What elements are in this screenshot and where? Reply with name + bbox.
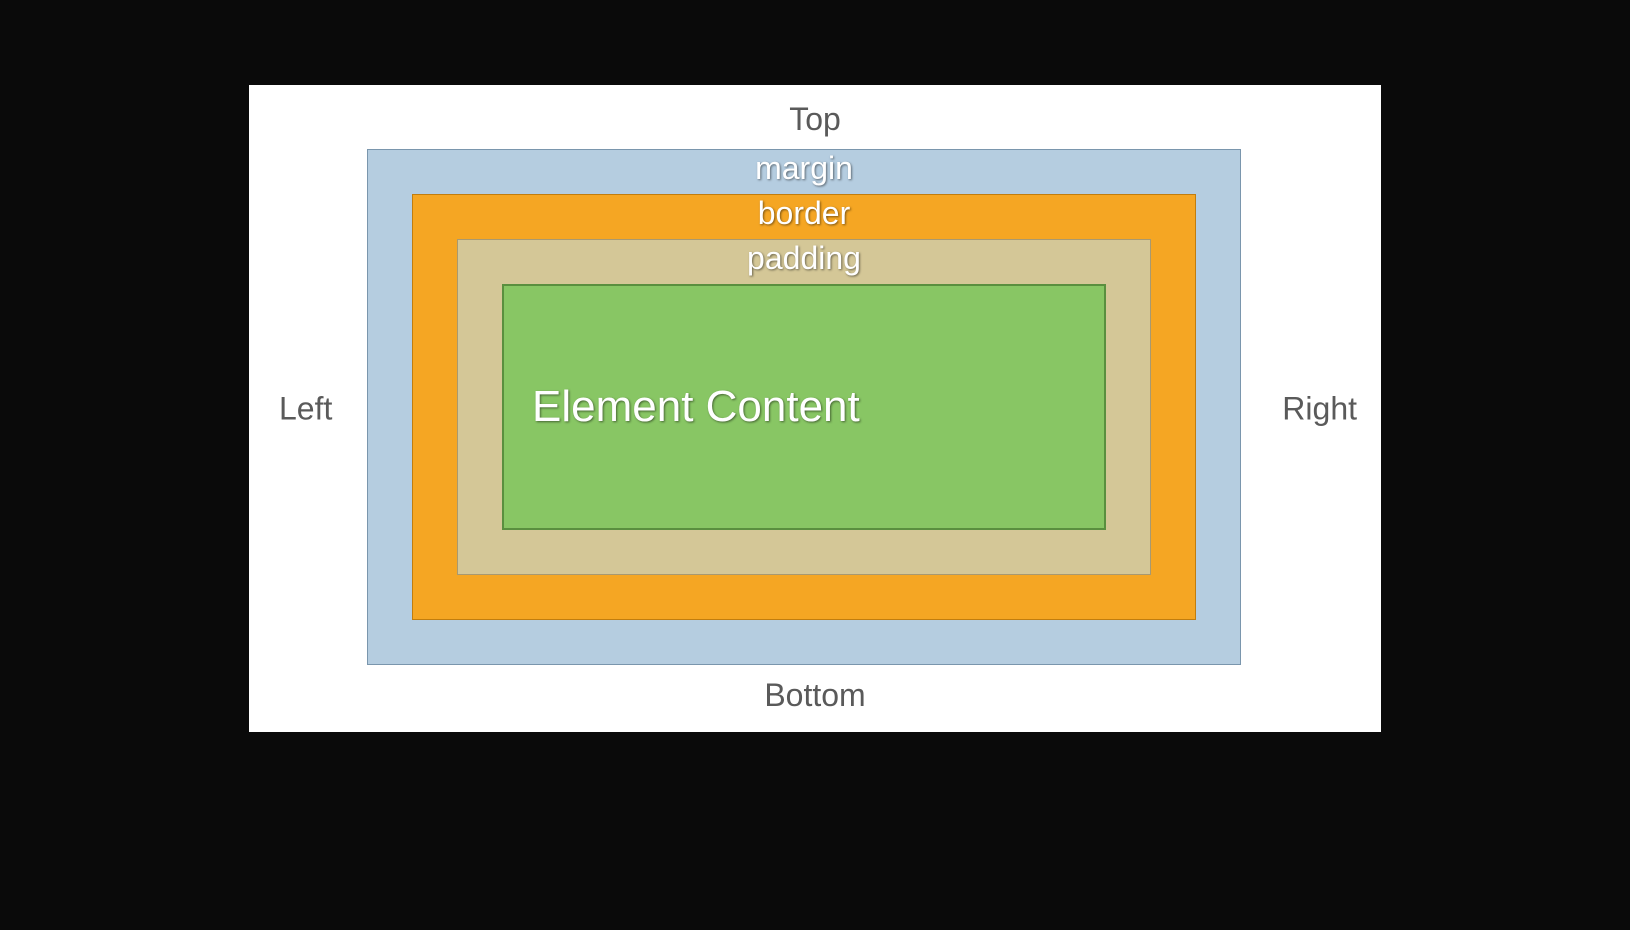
margin-label: margin xyxy=(755,148,853,190)
content-label: Element Content xyxy=(532,382,860,432)
margin-layer: margin border padding Element Content xyxy=(367,149,1241,665)
content-layer: Element Content xyxy=(502,284,1106,530)
edge-label-bottom: Bottom xyxy=(764,677,865,714)
edge-label-left: Left xyxy=(279,390,332,427)
edge-label-top: Top xyxy=(789,101,841,138)
border-layer: border padding Element Content xyxy=(412,194,1196,620)
edge-label-right: Right xyxy=(1282,390,1357,427)
padding-label: padding xyxy=(747,238,861,280)
box-model-diagram: Top Bottom Left Right margin border padd… xyxy=(249,85,1381,732)
border-label: border xyxy=(758,193,851,235)
padding-layer: padding Element Content xyxy=(457,239,1151,575)
